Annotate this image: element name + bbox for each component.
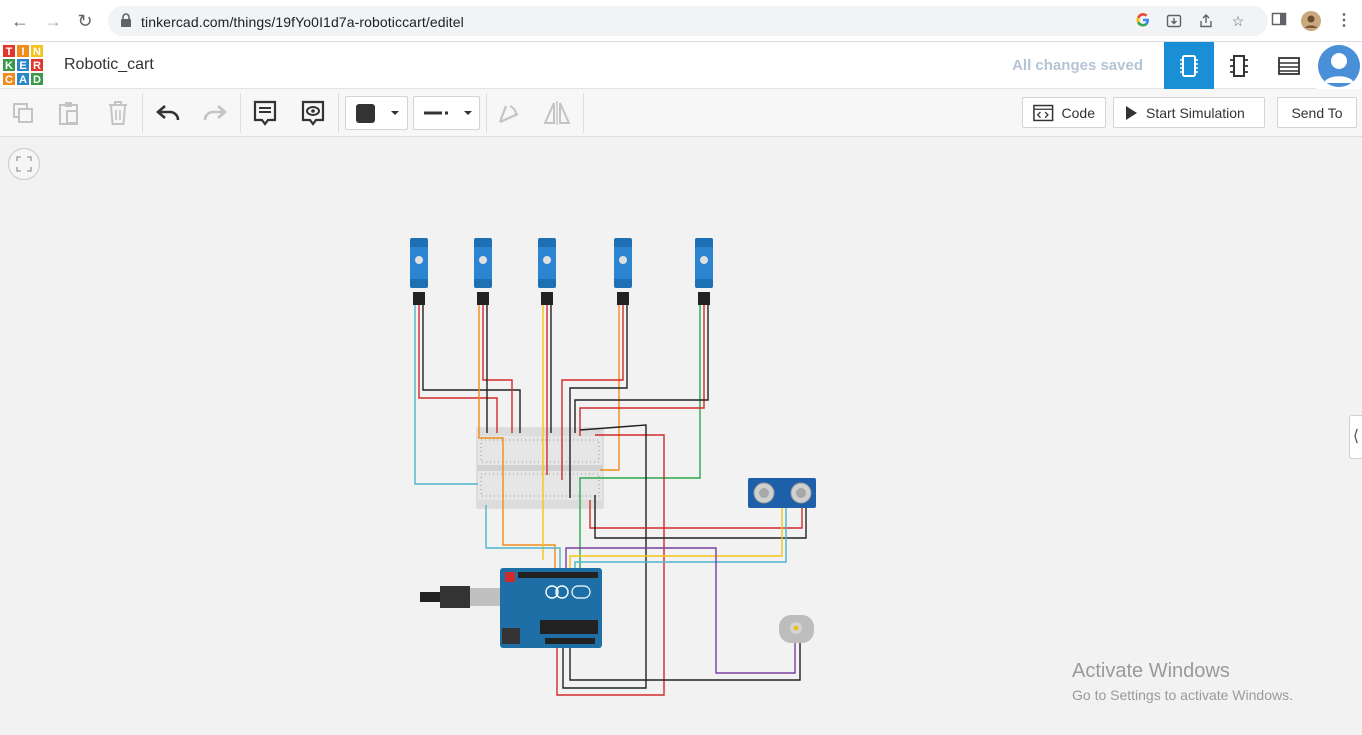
browser-toolbar: ← → ↻ tinkercad.com/things/19fYo0I1d7a-r… [0, 0, 1362, 42]
undo-button[interactable] [151, 96, 185, 130]
servo-motor[interactable] [538, 238, 556, 305]
toolbar-divider [583, 93, 584, 133]
lock-icon[interactable] [118, 13, 134, 29]
breadboard[interactable] [476, 427, 604, 509]
logo-letter: E [16, 58, 30, 72]
browser-menu-icon[interactable]: ⋮ [1334, 11, 1354, 31]
collapse-panel-button[interactable]: ⟨ [1349, 415, 1362, 459]
rotate-icon [498, 105, 519, 124]
toolbar-divider [142, 93, 143, 133]
delete-button[interactable] [101, 96, 135, 130]
address-bar[interactable]: tinkercad.com/things/19fYo0I1d7a-robotic… [108, 6, 1268, 36]
logo-letter: D [30, 72, 44, 86]
wires [414, 305, 807, 696]
circuit-canvas[interactable]: ⟨ Activate Windows Go to Settings to act… [0, 138, 1362, 735]
logo-letter: A [16, 72, 30, 86]
editor-toolbar: Code Start Simulation Send To [0, 89, 1362, 137]
windows-activation-watermark: Activate Windows Go to Settings to activ… [1072, 660, 1293, 703]
circuit-view-tab[interactable] [1164, 42, 1214, 89]
copy-button[interactable] [6, 96, 40, 130]
flip-icon [543, 101, 571, 125]
code-label: Code [1061, 104, 1095, 121]
save-status: All changes saved [1012, 57, 1143, 74]
note-icon [253, 100, 277, 126]
send-to-button[interactable]: Send To [1277, 97, 1357, 128]
profile-avatar-icon[interactable] [1301, 11, 1321, 31]
logo-letter: C [2, 72, 16, 86]
circuit-diagram [410, 238, 816, 696]
arduino-uno[interactable] [420, 568, 602, 648]
copy-icon [13, 103, 33, 123]
redo-icon [203, 105, 227, 121]
send-to-label: Send To [1291, 104, 1343, 121]
user-avatar[interactable] [1316, 42, 1362, 89]
eye-note-icon [301, 100, 325, 126]
start-simulation-label: Start Simulation [1146, 104, 1245, 121]
app-header: T I N K E R C A D Robotic_cart All chang… [0, 42, 1362, 89]
schematic-view-tab[interactable] [1214, 42, 1264, 89]
play-icon [1126, 105, 1137, 120]
wire-style-icon [424, 111, 472, 115]
color-swatch-icon [356, 104, 399, 123]
toolbar-divider [338, 93, 339, 133]
servo-motor[interactable] [695, 238, 713, 305]
tinkercad-logo[interactable]: T I N K E R C A D [2, 44, 44, 86]
circuit-view-icon [1180, 54, 1198, 77]
watermark-title: Activate Windows [1072, 660, 1230, 682]
watermark-subtitle: Go to Settings to activate Windows. [1072, 687, 1293, 703]
component-list-tab[interactable] [1264, 42, 1314, 89]
redo-button[interactable] [198, 96, 232, 130]
wire-type-dropdown[interactable] [413, 96, 480, 130]
servo-motor[interactable] [410, 238, 428, 305]
logo-letter: K [2, 58, 16, 72]
component-list-icon [1278, 56, 1300, 75]
code-button[interactable]: Code [1022, 97, 1106, 128]
logo-letter: N [30, 44, 44, 58]
toolbar-divider [486, 93, 487, 133]
google-icon[interactable] [1135, 13, 1151, 29]
rotate-button[interactable] [492, 96, 526, 130]
code-icon [1033, 104, 1054, 121]
toolbar-divider [240, 93, 241, 133]
forward-arrow-icon[interactable]: → [43, 11, 63, 31]
user-icon [1318, 44, 1360, 87]
project-name[interactable]: Robotic_cart [64, 56, 154, 74]
install-app-icon[interactable] [1166, 13, 1182, 29]
reload-icon[interactable]: ↻ [75, 11, 95, 31]
ultrasonic-sensor[interactable] [748, 478, 816, 508]
paste-button[interactable] [52, 96, 86, 130]
logo-letter: I [16, 44, 30, 58]
url-text: tinkercad.com/things/19fYo0I1d7a-robotic… [141, 14, 464, 30]
start-simulation-button[interactable]: Start Simulation [1113, 97, 1265, 128]
dc-motor[interactable] [779, 615, 814, 643]
notes-button[interactable] [248, 96, 282, 130]
toggle-notes-visibility-button[interactable] [296, 96, 330, 130]
undo-icon [156, 105, 180, 121]
back-arrow-icon[interactable]: ← [10, 11, 30, 31]
share-icon[interactable] [1198, 13, 1214, 29]
paste-icon [59, 102, 78, 125]
wire-color-dropdown[interactable] [345, 96, 408, 130]
servo-motor[interactable] [614, 238, 632, 305]
side-panel-icon[interactable] [1269, 11, 1289, 31]
logo-letter: T [2, 44, 16, 58]
trash-icon [109, 101, 127, 125]
bookmark-star-icon[interactable]: ☆ [1230, 13, 1246, 29]
servo-motor[interactable] [474, 238, 492, 305]
flip-button[interactable] [540, 96, 574, 130]
logo-letter: R [30, 58, 44, 72]
schematic-view-icon [1230, 54, 1248, 77]
